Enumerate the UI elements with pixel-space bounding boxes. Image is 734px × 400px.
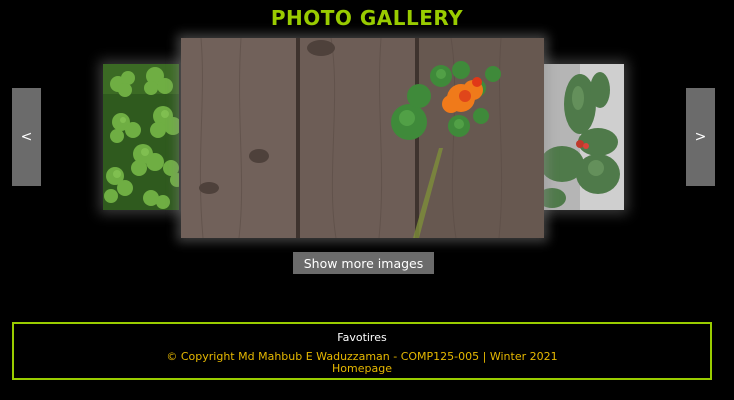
footer: Favotires © Copyright Md Mahbub E Waduzz… (12, 322, 712, 380)
homepage-link[interactable]: Homepage (14, 363, 710, 375)
clover-image (103, 64, 183, 210)
previous-label: < (20, 129, 33, 145)
featured-image[interactable] (181, 38, 544, 238)
flower-on-fence-image (181, 38, 544, 238)
next-image-button[interactable]: > (686, 88, 715, 186)
cactus-image (540, 64, 624, 210)
page-title: PHOTO GALLERY (270, 6, 464, 30)
gallery-thumbnail-left[interactable] (103, 64, 183, 210)
previous-image-button[interactable]: < (12, 88, 41, 186)
favorites-link[interactable]: Favotires (14, 331, 710, 344)
copyright-block: © Copyright Md Mahbub E Waduzzaman - COM… (14, 351, 710, 375)
next-label: > (694, 129, 707, 145)
gallery-thumbnail-right[interactable] (540, 64, 624, 210)
show-more-images-button[interactable]: Show more images (293, 252, 434, 274)
